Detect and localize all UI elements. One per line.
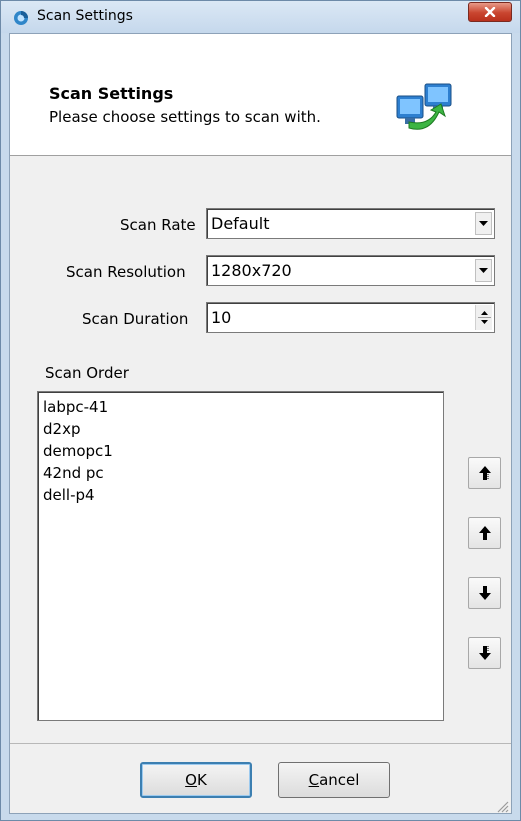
scan-rate-value: Default bbox=[211, 214, 270, 233]
chevron-down-icon bbox=[479, 220, 488, 226]
scan-resolution-label: Scan Resolution bbox=[66, 263, 186, 281]
ok-button[interactable]: OK bbox=[140, 762, 252, 798]
scan-duration-label: Scan Duration bbox=[82, 310, 189, 328]
footer-divider bbox=[10, 743, 511, 744]
list-item[interactable]: labpc-41 bbox=[43, 396, 443, 418]
scan-duration-value: 10 bbox=[211, 308, 232, 327]
cancel-button[interactable]: Cancel bbox=[278, 762, 390, 798]
dialog-body: Scan Settings Please choose settings to … bbox=[9, 33, 512, 814]
header-title: Scan Settings bbox=[49, 84, 174, 103]
scan-duration-spinbox[interactable]: 10 bbox=[206, 302, 495, 333]
scan-resolution-select[interactable]: 1280x720 bbox=[206, 255, 495, 286]
move-up-button[interactable] bbox=[468, 517, 501, 549]
ok-label-rest: K bbox=[196, 771, 207, 789]
scan-rate-select[interactable]: Default bbox=[206, 208, 495, 239]
scan-resolution-value: 1280x720 bbox=[211, 261, 292, 280]
list-item[interactable]: d2xp bbox=[43, 418, 443, 440]
scan-rate-dropdown-arrow[interactable] bbox=[475, 212, 492, 235]
close-icon bbox=[484, 7, 496, 17]
move-to-top-button[interactable] bbox=[468, 457, 501, 489]
header-subtitle: Please choose settings to scan with. bbox=[49, 108, 321, 126]
scan-duration-spin-buttons[interactable] bbox=[475, 305, 492, 330]
scan-order-label: Scan Order bbox=[45, 364, 129, 382]
window-title: Scan Settings bbox=[37, 8, 133, 24]
chevron-down-icon bbox=[479, 267, 488, 273]
cancel-mnemonic: C bbox=[308, 771, 320, 789]
ok-mnemonic: O bbox=[185, 771, 197, 789]
resize-grip-icon[interactable] bbox=[495, 799, 509, 813]
spin-up-down-icon bbox=[478, 311, 491, 324]
move-down-button[interactable] bbox=[468, 577, 501, 609]
list-item[interactable]: demopc1 bbox=[43, 440, 443, 462]
move-to-bottom-button[interactable] bbox=[468, 637, 501, 669]
move-up-icon bbox=[478, 526, 491, 540]
scan-order-list[interactable]: labpc-41 d2xp demopc1 42nd pc dell-p4 bbox=[37, 391, 444, 721]
scan-settings-window: Scan Settings Scan Settings Please choos… bbox=[0, 0, 521, 821]
scan-app-icon bbox=[14, 11, 28, 25]
dialog-header: Scan Settings Please choose settings to … bbox=[10, 34, 511, 156]
cancel-label-rest: ancel bbox=[319, 771, 360, 789]
scan-resolution-dropdown-arrow[interactable] bbox=[475, 259, 492, 282]
move-to-top-icon bbox=[478, 466, 491, 480]
scan-rate-label: Scan Rate bbox=[120, 216, 196, 234]
title-bar[interactable]: Scan Settings bbox=[1, 1, 520, 33]
list-item[interactable]: dell-p4 bbox=[43, 484, 443, 506]
list-item[interactable]: 42nd pc bbox=[43, 462, 443, 484]
close-button[interactable] bbox=[468, 2, 512, 22]
move-down-icon bbox=[478, 586, 491, 600]
network-computers-icon bbox=[396, 83, 452, 130]
move-to-bottom-icon bbox=[478, 646, 491, 660]
